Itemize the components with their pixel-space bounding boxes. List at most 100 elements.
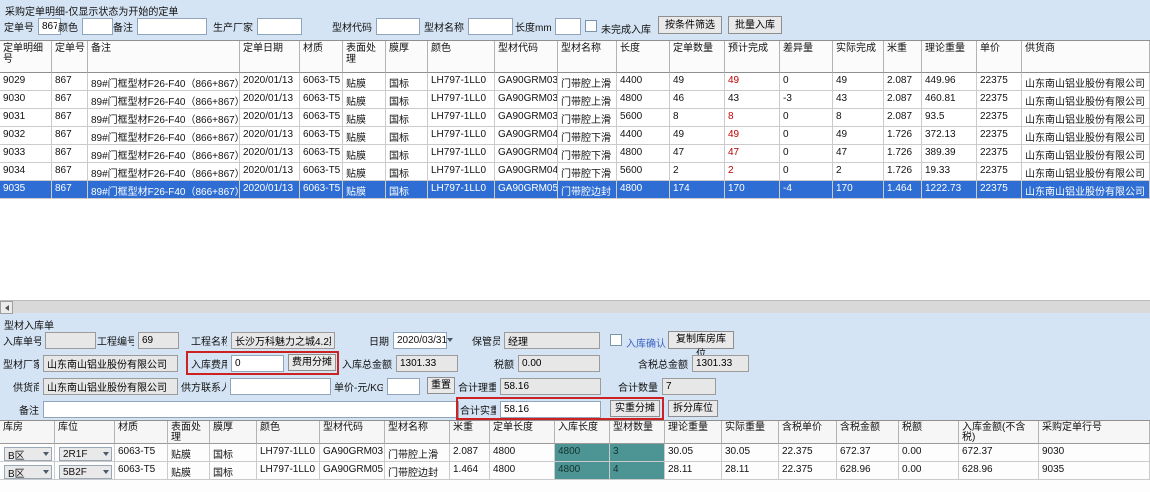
- table-cell: 山东南山铝业股份有限公司: [1022, 91, 1150, 109]
- column-header[interactable]: 定单明细号: [0, 41, 52, 73]
- unfinished-checkbox[interactable]: [585, 20, 597, 32]
- column-header[interactable]: 库房: [0, 421, 55, 444]
- actual-weight-allocate-button[interactable]: 实重分摊: [610, 400, 660, 417]
- warehouse-select[interactable]: B区: [4, 465, 52, 479]
- filter-profile-name-input[interactable]: [468, 18, 513, 35]
- table-row[interactable]: 903186789#门框型材F26-F40（866+867）2020/01/13…: [0, 109, 1150, 127]
- filter-length-input[interactable]: [555, 18, 581, 35]
- batch-inbound-button[interactable]: 批量入库: [728, 16, 782, 34]
- column-header[interactable]: 定单号: [52, 41, 88, 73]
- column-header[interactable]: 采购定单行号: [1039, 421, 1150, 444]
- location-select[interactable]: 2R1F: [59, 447, 112, 461]
- horizontal-scrollbar[interactable]: [0, 300, 1150, 313]
- split-location-button[interactable]: 拆分库位: [668, 400, 718, 417]
- column-header[interactable]: 米重: [884, 41, 922, 73]
- table-row[interactable]: 903386789#门框型材F26-F40（866+867）2020/01/13…: [0, 145, 1150, 163]
- table-cell: 22375: [977, 109, 1022, 127]
- location-select[interactable]: 5B2F: [59, 465, 112, 479]
- column-header[interactable]: 含税单价: [779, 421, 837, 444]
- filter-profile-code-input[interactable]: [376, 18, 420, 35]
- column-header[interactable]: 颜色: [428, 41, 495, 73]
- table-cell: 22375: [977, 163, 1022, 181]
- column-header[interactable]: 材质: [115, 421, 168, 444]
- column-header[interactable]: 型材数量: [610, 421, 665, 444]
- column-header[interactable]: 膜厚: [386, 41, 428, 73]
- table-cell: 867: [52, 91, 88, 109]
- column-header[interactable]: 表面处理: [343, 41, 386, 73]
- column-header[interactable]: 理论重量: [665, 421, 722, 444]
- column-header[interactable]: 含税金额: [837, 421, 899, 444]
- column-header[interactable]: 定单长度: [490, 421, 555, 444]
- column-header[interactable]: 型材代码: [495, 41, 558, 73]
- confirm-checkbox[interactable]: [610, 334, 622, 346]
- table-cell: 门带腔边封: [558, 181, 617, 199]
- remark-input[interactable]: [43, 401, 459, 418]
- warehouse-select[interactable]: B区: [4, 447, 52, 461]
- column-header[interactable]: 差异量: [780, 41, 833, 73]
- table-cell: 门带腔上滑: [558, 73, 617, 91]
- column-header[interactable]: 长度: [617, 41, 670, 73]
- filter-by-condition-button[interactable]: 按条件筛选: [658, 16, 722, 34]
- column-header[interactable]: 库位: [55, 421, 115, 444]
- table-cell: 2020/01/13: [240, 145, 300, 163]
- warehouse-inbound-table: 库房库位材质表面处理膜厚颜色型材代码型材名称米重定单长度入库长度型材数量理论重量…: [0, 420, 1150, 492]
- table-row[interactable]: 903586789#门框型材F26-F40（866+867）2020/01/13…: [0, 181, 1150, 199]
- unit-price-input[interactable]: [387, 378, 420, 395]
- actual-weight-input[interactable]: [500, 401, 601, 418]
- column-header[interactable]: 膜厚: [210, 421, 257, 444]
- column-header[interactable]: 表面处理: [168, 421, 210, 444]
- table-cell: 5B2F: [55, 462, 115, 480]
- column-header[interactable]: 单价: [977, 41, 1022, 73]
- inbound-fee-input[interactable]: [231, 355, 284, 372]
- column-header[interactable]: 型材名称: [558, 41, 617, 73]
- table-cell: 2: [670, 163, 725, 181]
- fee-allocate-button[interactable]: 费用分摊: [288, 354, 336, 371]
- column-header[interactable]: 入库金额(不含税): [959, 421, 1039, 444]
- table-cell: 国标: [386, 181, 428, 199]
- table-row[interactable]: B区2R1F6063-T5贴膜国标LH797-1LL0GA90GRM03门带腔上…: [0, 444, 1150, 462]
- column-header[interactable]: 型材名称: [385, 421, 450, 444]
- table-cell: 贴膜: [343, 163, 386, 181]
- column-header[interactable]: 米重: [450, 421, 490, 444]
- table-row[interactable]: 903286789#门框型材F26-F40（866+867）2020/01/13…: [0, 127, 1150, 145]
- table-row[interactable]: 903486789#门框型材F26-F40（866+867）2020/01/13…: [0, 163, 1150, 181]
- filter-remark-input[interactable]: [137, 18, 207, 35]
- table-cell: 1.464: [450, 462, 490, 480]
- table-cell: 国标: [386, 163, 428, 181]
- filter-color-input[interactable]: [82, 18, 113, 35]
- table-row[interactable]: B区5B2F6063-T5贴膜国标LH797-1LL0GA90GRM05门带腔边…: [0, 462, 1150, 480]
- column-header[interactable]: 理论重量: [922, 41, 977, 73]
- column-header[interactable]: 实际完成: [833, 41, 884, 73]
- column-header[interactable]: 型材代码: [320, 421, 385, 444]
- table-cell: 867: [52, 127, 88, 145]
- table-cell: 6063-T5: [300, 181, 343, 199]
- table-cell: 372.13: [922, 127, 977, 145]
- column-header[interactable]: 材质: [300, 41, 343, 73]
- column-header[interactable]: 税额: [899, 421, 959, 444]
- table-cell: 4: [610, 462, 665, 480]
- column-header[interactable]: 实际重量: [722, 421, 779, 444]
- filter-manufacturer-input[interactable]: [257, 18, 302, 35]
- table-cell: 89#门框型材F26-F40（866+867）: [88, 181, 240, 199]
- column-header[interactable]: 定单日期: [240, 41, 300, 73]
- table-cell: 867: [52, 109, 88, 127]
- copy-warehouse-location-button[interactable]: 复制库房库位: [668, 331, 734, 349]
- table-cell: 9035: [1039, 462, 1150, 480]
- scroll-left-button[interactable]: [0, 301, 13, 314]
- column-header[interactable]: 颜色: [257, 421, 320, 444]
- supplier-contact-input[interactable]: [230, 378, 331, 395]
- date-picker[interactable]: 2020/03/31: [393, 332, 447, 349]
- table-cell: 47: [833, 145, 884, 163]
- reset-button[interactable]: 重置: [427, 377, 455, 394]
- total-amount-field: [396, 355, 458, 372]
- date-value: 2020/03/31: [397, 335, 447, 346]
- column-header[interactable]: 备注: [88, 41, 240, 73]
- table-row[interactable]: 902986789#门框型材F26-F40（866+867）2020/01/13…: [0, 73, 1150, 91]
- column-header[interactable]: 供货商: [1022, 41, 1150, 73]
- table-cell: 国标: [210, 444, 257, 462]
- table-row[interactable]: 903086789#门框型材F26-F40（866+867）2020/01/13…: [0, 91, 1150, 109]
- column-header[interactable]: 预计完成: [725, 41, 780, 73]
- inbound-no-field: [45, 332, 96, 349]
- column-header[interactable]: 入库长度: [555, 421, 610, 444]
- column-header[interactable]: 定单数量: [670, 41, 725, 73]
